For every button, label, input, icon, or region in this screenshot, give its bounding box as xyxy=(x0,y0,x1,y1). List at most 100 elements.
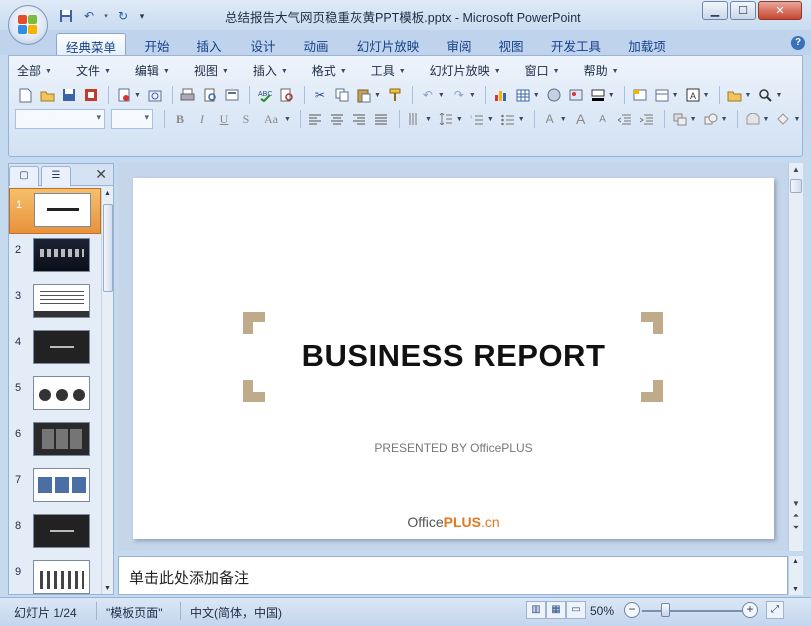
chevron-down-icon[interactable]: ▼ xyxy=(560,116,567,123)
export-pdf-icon[interactable] xyxy=(114,85,134,105)
print-preview-icon[interactable] xyxy=(200,85,220,105)
tab-animation[interactable]: 动画 xyxy=(295,33,337,55)
slide-thumbnail-3[interactable]: 3 xyxy=(9,280,101,326)
previous-slide-icon[interactable]: ⏶ xyxy=(790,511,802,523)
close-icon[interactable]: ✕ xyxy=(95,166,107,183)
copy-icon[interactable] xyxy=(332,85,352,105)
menu-file[interactable]: 文件 ▼ xyxy=(76,62,111,80)
slide-thumbnail-8[interactable]: 8 xyxy=(9,510,101,556)
align-right-icon[interactable] xyxy=(350,109,370,129)
shrink-font-icon[interactable]: A xyxy=(593,109,613,129)
normal-view-icon[interactable]: ▥ xyxy=(526,601,546,619)
slide-preview[interactable] xyxy=(33,468,90,502)
folder-icon[interactable] xyxy=(725,85,745,105)
slide-thumbnail-6[interactable]: 6 xyxy=(9,418,101,464)
chevron-down-icon[interactable]: ▼ xyxy=(456,116,463,123)
bold-icon[interactable]: B xyxy=(170,109,190,129)
spelling-icon[interactable]: ABC xyxy=(255,85,275,105)
slide-preview[interactable] xyxy=(33,514,90,548)
numbering-icon[interactable]: 1 xyxy=(467,109,487,129)
slide-preview[interactable] xyxy=(33,330,90,364)
slide-thumbnail-5[interactable]: 5 xyxy=(9,372,101,418)
change-case-icon[interactable]: Aa xyxy=(258,109,284,129)
align-left-icon[interactable] xyxy=(306,109,326,129)
slide-title[interactable]: BUSINESS REPORT xyxy=(133,338,774,374)
scroll-up-icon[interactable]: ▲ xyxy=(104,190,111,197)
clip-art-icon[interactable] xyxy=(544,85,564,105)
chevron-down-icon[interactable]: ▼ xyxy=(284,116,291,123)
tab-insert[interactable]: 插入 xyxy=(188,33,230,55)
text-box-icon[interactable]: A xyxy=(683,85,703,105)
bullets-icon[interactable] xyxy=(498,109,518,129)
editor-scrollbar[interactable]: ▲ ▼ ⏶ ⏷ xyxy=(788,163,803,551)
layout-icon[interactable] xyxy=(652,85,672,105)
customize-qat-icon[interactable]: ▾ xyxy=(136,7,148,25)
chevron-down-icon[interactable]: ▼ xyxy=(763,116,770,123)
tab-classic-menu[interactable]: 经典菜单 xyxy=(56,33,126,55)
font-color-icon[interactable]: A xyxy=(540,109,560,129)
line-spacing-icon[interactable] xyxy=(436,109,456,129)
scroll-down-icon[interactable]: ▼ xyxy=(792,586,799,593)
shapes-icon[interactable] xyxy=(701,109,721,129)
slide-preview[interactable] xyxy=(33,422,90,456)
font-size-combo[interactable] xyxy=(111,109,153,129)
zoom-slider-track[interactable] xyxy=(642,610,746,612)
menu-format[interactable]: 格式 ▼ xyxy=(312,62,347,80)
permission-icon[interactable] xyxy=(81,85,101,105)
tab-slides[interactable]: ▢ xyxy=(9,166,39,186)
fill-color-icon[interactable] xyxy=(588,85,608,105)
zoom-level[interactable]: 50% xyxy=(590,604,614,618)
insert-picture-icon[interactable] xyxy=(566,85,586,105)
save-icon[interactable] xyxy=(56,7,76,25)
menu-insert[interactable]: 插入 ▼ xyxy=(253,62,288,80)
slide-preview[interactable] xyxy=(33,560,90,594)
insert-table-icon[interactable] xyxy=(513,85,533,105)
open-folder-icon[interactable] xyxy=(37,85,57,105)
chevron-down-icon[interactable]: ▼ xyxy=(745,92,752,99)
menu-view[interactable]: 视图 ▼ xyxy=(194,62,229,80)
notes-scrollbar[interactable]: ▲ ▼ xyxy=(788,556,803,595)
slide-preview[interactable] xyxy=(33,376,90,410)
insert-chart-icon[interactable] xyxy=(491,85,511,105)
tab-view[interactable]: 视图 xyxy=(490,33,532,55)
chevron-down-icon[interactable]: ▼ xyxy=(721,116,728,123)
menu-slideshow[interactable]: 幻灯片放映 ▼ xyxy=(430,62,501,80)
chevron-down-icon[interactable]: ▼ xyxy=(533,92,540,99)
new-slide-icon[interactable] xyxy=(630,85,650,105)
maximize-button[interactable]: ☐ xyxy=(730,1,756,20)
scroll-up-icon[interactable]: ▲ xyxy=(790,165,802,177)
tab-design[interactable]: 设计 xyxy=(242,33,284,55)
slide-thumbnail-9[interactable]: 9 xyxy=(9,556,101,594)
scrollbar-thumb[interactable] xyxy=(103,204,113,292)
zoom-out-icon[interactable]: − xyxy=(624,602,640,618)
chevron-down-icon[interactable]: ▼ xyxy=(672,92,679,99)
office-button[interactable] xyxy=(8,5,48,45)
slide-layout-icon[interactable] xyxy=(222,85,242,105)
chevron-down-icon[interactable]: ▼ xyxy=(469,92,476,99)
fit-to-window-icon[interactable]: ⤢ xyxy=(766,601,784,619)
help-icon[interactable]: ? xyxy=(791,36,805,50)
slide-thumbnail-4[interactable]: 4 xyxy=(9,326,101,372)
quick-styles-icon[interactable] xyxy=(743,109,763,129)
undo-icon[interactable]: ↶ xyxy=(79,7,99,25)
chevron-down-icon[interactable]: ▼ xyxy=(438,92,445,99)
shape-fill-icon[interactable] xyxy=(773,109,793,129)
slide-subtitle[interactable]: PRESENTED BY OfficePLUS xyxy=(133,441,774,455)
find-icon[interactable] xyxy=(755,85,775,105)
print-icon[interactable] xyxy=(178,85,198,105)
scrollbar-thumb[interactable] xyxy=(790,179,802,193)
tab-outline[interactable]: ☰ xyxy=(41,166,71,186)
tab-addins[interactable]: 加载项 xyxy=(620,33,674,55)
thumbnails-scrollbar[interactable]: ▲ ▼ xyxy=(101,188,113,594)
tab-slideshow[interactable]: 幻灯片放映 xyxy=(350,33,426,55)
slide-thumbnail-1[interactable]: 1 xyxy=(9,188,101,234)
decrease-indent-icon[interactable] xyxy=(615,109,635,129)
cut-icon[interactable]: ✂ xyxy=(310,85,330,105)
zoom-slider-thumb[interactable] xyxy=(660,603,670,617)
attach-icon[interactable] xyxy=(145,85,165,105)
increase-indent-icon[interactable] xyxy=(637,109,657,129)
menu-window[interactable]: 窗口 ▼ xyxy=(525,62,560,80)
slide-preview[interactable] xyxy=(33,284,90,318)
close-button[interactable]: ✕ xyxy=(758,1,802,20)
align-center-icon[interactable] xyxy=(328,109,348,129)
